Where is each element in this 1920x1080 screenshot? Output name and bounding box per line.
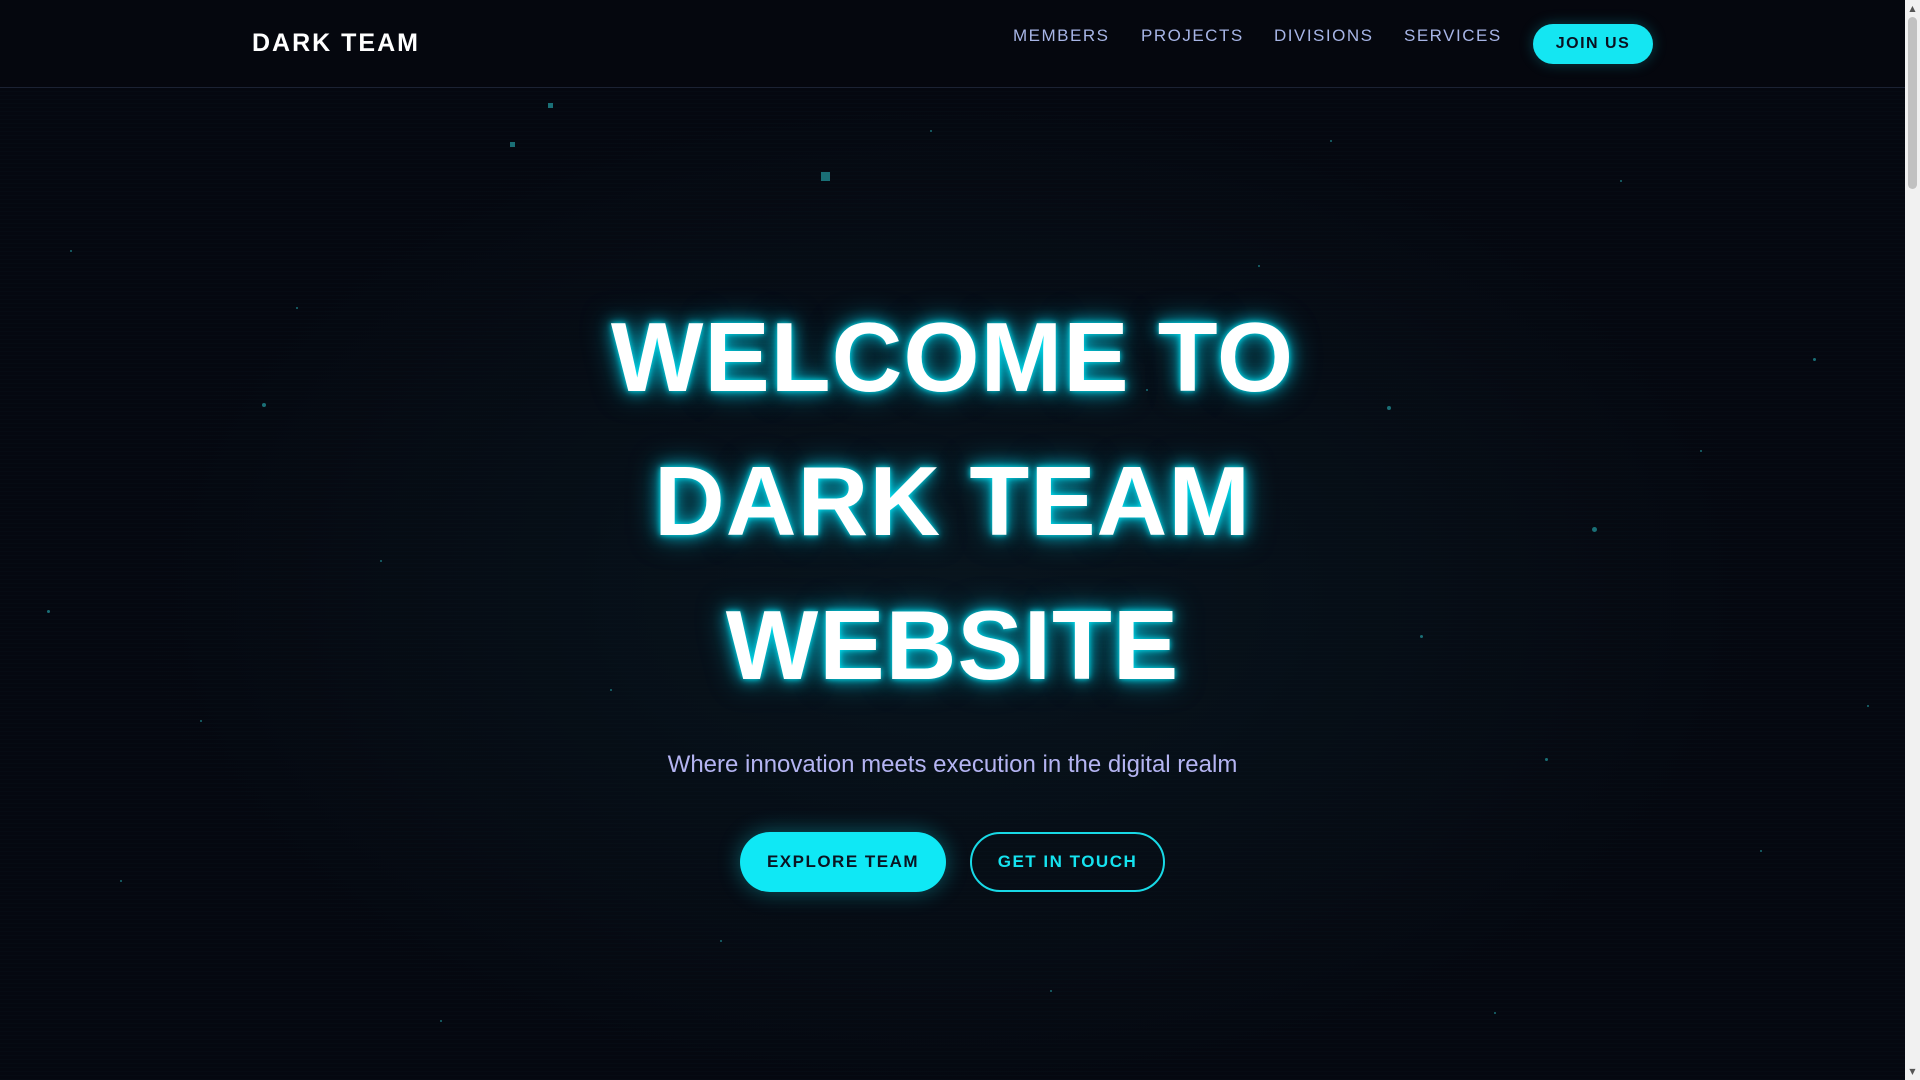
hero-title: WELCOME TO DARK TEAM WEBSITE [0, 285, 1905, 717]
page-viewport: DARK TEAM MEMBERS PROJECTS DIVISIONS SER… [0, 0, 1905, 1080]
hero-title-line-2: DARK TEAM [654, 446, 1251, 556]
hero-subtitle: Where innovation meets execution in the … [667, 751, 1238, 778]
site-logo[interactable]: DARK TEAM [252, 29, 420, 58]
nav-link-projects[interactable]: PROJECTS [1141, 26, 1244, 46]
vertical-scrollbar[interactable]: ▲ ▼ [1905, 0, 1920, 1080]
explore-team-button[interactable]: EXPLORE TEAM [740, 832, 946, 892]
top-navbar: DARK TEAM MEMBERS PROJECTS DIVISIONS SER… [0, 0, 1905, 88]
nav-link-services[interactable]: SERVICES [1404, 26, 1502, 46]
hero-title-line-3: WEBSITE [725, 590, 1180, 700]
nav-link-members[interactable]: MEMBERS [1013, 26, 1109, 46]
scrollbar-thumb[interactable] [1908, 17, 1917, 189]
hero-title-line-1: WELCOME TO [610, 302, 1295, 412]
join-us-button[interactable]: JOIN US [1533, 24, 1653, 64]
scroll-up-arrow-icon[interactable]: ▲ [1905, 0, 1920, 17]
scroll-down-arrow-icon[interactable]: ▼ [1905, 1063, 1920, 1080]
nav-link-divisions[interactable]: DIVISIONS [1274, 26, 1373, 46]
get-in-touch-button[interactable]: GET IN TOUCH [970, 832, 1165, 892]
